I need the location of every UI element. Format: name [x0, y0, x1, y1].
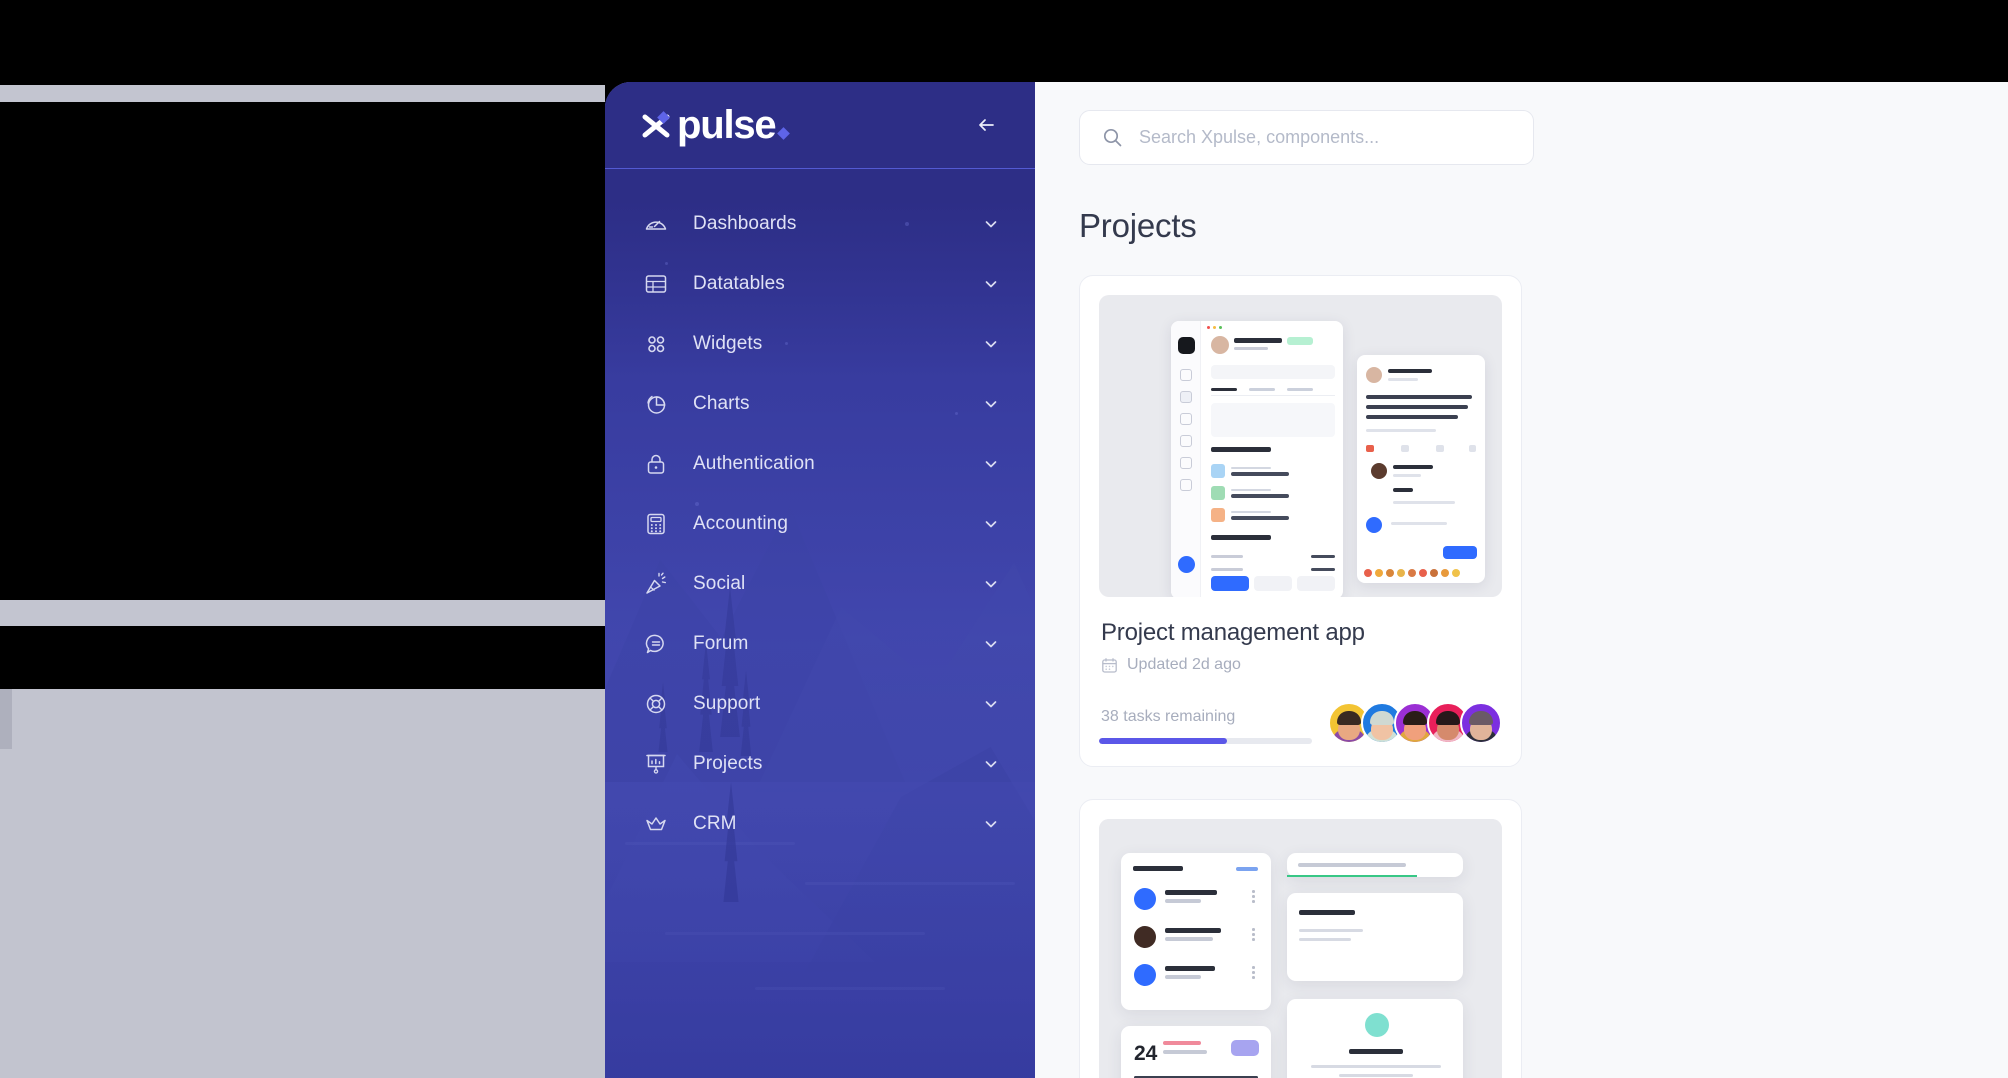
presentation-icon [643, 751, 669, 777]
gauge-icon [643, 211, 669, 237]
project-card[interactable]: 24 [1079, 799, 1522, 1078]
project-thumbnail [1099, 295, 1502, 597]
backdrop-band-notch [0, 689, 12, 749]
calculator-icon [643, 511, 669, 537]
backdrop-band-bottom [0, 689, 605, 1078]
chevron-down-icon[interactable] [983, 756, 999, 772]
thumb-event-day: 24 [1134, 1042, 1158, 1065]
top-bar [1035, 82, 2008, 165]
sidebar-item-label: Social [693, 573, 746, 594]
project-avatar-group[interactable] [1328, 702, 1502, 744]
sidebar-item-projects[interactable]: Projects [605, 737, 1035, 791]
chevron-down-icon[interactable] [983, 636, 999, 652]
arrow-left-icon [979, 119, 994, 131]
sidebar-item-label: Authentication [693, 453, 815, 474]
project-thumbnail: 24 [1099, 819, 1502, 1078]
chevron-down-icon[interactable] [983, 396, 999, 412]
project-footer: 38 tasks remaining [1099, 702, 1502, 744]
sidebar-item-label: Forum [693, 633, 749, 654]
lifebuoy-icon [643, 691, 669, 717]
page-title: Projects [1079, 207, 1197, 244]
project-updated: Updated 2d ago [1101, 656, 1502, 674]
brand-logo[interactable]: pulse [641, 103, 791, 147]
sidebar-item-dashboards[interactable]: Dashboards [605, 197, 1035, 251]
project-title: Project management app [1101, 619, 1365, 646]
project-progress-bar [1099, 738, 1312, 744]
chevron-down-icon[interactable] [983, 816, 999, 832]
main-content: Projects [1035, 82, 2008, 1078]
sidebar-divider [605, 168, 1035, 169]
sidebar-header: pulse [605, 82, 1035, 168]
sidebar-item-support[interactable]: Support [605, 677, 1035, 731]
brand-dot-icon [777, 127, 791, 140]
grid-dots-icon [643, 331, 669, 357]
chevron-down-icon[interactable] [983, 456, 999, 472]
chevron-down-icon[interactable] [983, 216, 999, 232]
chevron-down-icon[interactable] [983, 576, 999, 592]
desktop-root: pulse Dashboards Datatables Widgets Char… [0, 0, 2008, 1078]
sidebar-item-label: Support [693, 693, 761, 714]
project-progress-fill [1099, 738, 1227, 744]
lock-icon [643, 451, 669, 477]
sidebar-item-datatables[interactable]: Datatables [605, 257, 1035, 311]
sidebar-item-label: CRM [693, 813, 737, 834]
table-icon [643, 271, 669, 297]
sidebar-item-label: Widgets [693, 333, 763, 354]
project-card-grid: Project management app Updated 2d ago 38… [1035, 245, 2008, 1078]
search-input[interactable] [1139, 127, 1511, 148]
sidebar-item-label: Dashboards [693, 213, 797, 234]
chevron-down-icon[interactable] [983, 276, 999, 292]
sidebar-item-charts[interactable]: Charts [605, 377, 1035, 431]
sidebar-item-label: Charts [693, 393, 750, 414]
project-updated-text: Updated 2d ago [1127, 656, 1241, 673]
sidebar-item-label: Accounting [693, 513, 789, 534]
sidebar-item-widgets[interactable]: Widgets [605, 317, 1035, 371]
backdrop-band-middle [0, 600, 605, 626]
thumb-best-workers-title [1133, 866, 1183, 871]
sidebar-item-authentication[interactable]: Authentication [605, 437, 1035, 491]
chat-bubble-icon [643, 631, 669, 657]
project-tasks-text: 38 tasks remaining [1101, 708, 1236, 725]
sidebar-nav: Dashboards Datatables Widgets Charts Aut… [605, 169, 1035, 851]
search-icon [1102, 127, 1123, 148]
party-popper-icon [643, 571, 669, 597]
app-window: pulse Dashboards Datatables Widgets Char… [605, 82, 2008, 1078]
brand-name: pulse [677, 103, 777, 147]
avatar[interactable] [1460, 702, 1502, 744]
sidebar-item-forum[interactable]: Forum [605, 617, 1035, 671]
sidebar-item-accounting[interactable]: Accounting [605, 497, 1035, 551]
sidebar: pulse Dashboards Datatables Widgets Char… [605, 82, 1035, 1078]
sidebar-item-social[interactable]: Social [605, 557, 1035, 611]
calendar-icon [1101, 657, 1118, 674]
pie-chart-icon [643, 391, 669, 417]
chevron-down-icon[interactable] [983, 696, 999, 712]
sidebar-collapse-button[interactable] [973, 112, 999, 138]
brand-x-icon [641, 108, 675, 142]
chevron-down-icon[interactable] [983, 516, 999, 532]
sidebar-item-label: Datatables [693, 273, 785, 294]
crown-icon [643, 811, 669, 837]
search-box[interactable] [1079, 110, 1534, 165]
sidebar-item-crm[interactable]: CRM [605, 797, 1035, 851]
chevron-down-icon[interactable] [983, 336, 999, 352]
sidebar-item-label: Projects [693, 753, 763, 774]
backdrop-band-top [0, 85, 605, 102]
project-card[interactable]: Project management app Updated 2d ago 38… [1079, 275, 1522, 767]
